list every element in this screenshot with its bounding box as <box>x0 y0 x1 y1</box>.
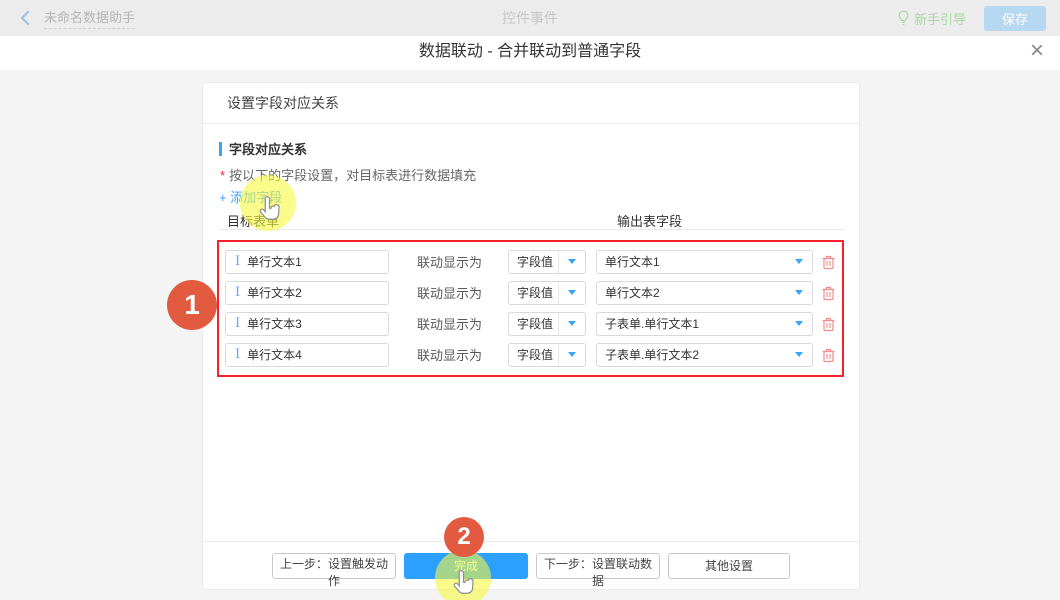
link-display-label: 联动显示为 <box>417 252 483 271</box>
beginner-guide-link[interactable]: 新手引导 <box>897 9 966 28</box>
prev-step-button[interactable]: 上一步：设置触发动作 <box>272 553 396 579</box>
target-field-input[interactable]: I 单行文本1 <box>225 250 389 274</box>
bulb-icon <box>897 10 910 26</box>
modal-title: 数据联动 - 合并联动到普通字段 <box>0 36 1060 70</box>
output-field-select[interactable]: 子表单.单行文本1 <box>596 312 813 336</box>
output-field-value: 子表单.单行文本2 <box>597 346 786 363</box>
step-badge-1: 1 <box>167 280 217 330</box>
output-field-select[interactable]: 单行文本2 <box>596 281 813 305</box>
display-type-value: 字段值 <box>509 284 558 301</box>
required-asterisk: * <box>220 168 225 183</box>
select-divider <box>558 344 559 366</box>
select-divider <box>558 251 559 273</box>
chevron-down-icon <box>568 259 576 264</box>
field-mapping-row: I 单行文本1 联动显示为 字段值 单行文本1 <box>219 246 842 277</box>
panel-title: 设置字段对应关系 <box>203 83 859 124</box>
topbar: 未命名数据助手 控件事件 新手引导 保存 <box>0 0 1060 37</box>
other-settings-button[interactable]: 其他设置 <box>668 553 790 579</box>
display-type-select[interactable]: 字段值 <box>508 312 586 336</box>
select-divider <box>558 282 559 304</box>
output-field-value: 单行文本1 <box>597 253 786 270</box>
screen: 未命名数据助手 控件事件 新手引导 保存 数据联动 - 合并联动到普通字段 × … <box>0 0 1060 600</box>
target-field-input[interactable]: I 单行文本2 <box>225 281 389 305</box>
column-header-output: 输出表字段 <box>617 211 682 230</box>
field-mapping-panel: 设置字段对应关系 字段对应关系 *按以下的字段设置，对目标表进行数据填充 + 添… <box>202 82 860 590</box>
chevron-down-icon <box>795 321 803 326</box>
target-field-value: 单行文本2 <box>247 284 302 301</box>
output-field-value: 单行文本2 <box>597 284 786 301</box>
field-mapping-container: I 单行文本1 联动显示为 字段值 单行文本1 <box>217 240 844 377</box>
output-field-select[interactable]: 子表单.单行文本2 <box>596 343 813 367</box>
display-type-select[interactable]: 字段值 <box>508 281 586 305</box>
modal-header: 数据联动 - 合并联动到普通字段 × <box>0 36 1060 71</box>
text-field-icon: I <box>235 347 240 362</box>
chevron-down-icon <box>568 352 576 357</box>
target-field-value: 单行文本3 <box>247 315 302 332</box>
display-type-select[interactable]: 字段值 <box>508 343 586 367</box>
field-mapping-row: I 单行文本2 联动显示为 字段值 单行文本2 <box>219 277 842 308</box>
delete-row-icon[interactable] <box>821 347 836 363</box>
close-icon[interactable]: × <box>1030 36 1044 70</box>
delete-row-icon[interactable] <box>821 285 836 301</box>
delete-row-icon[interactable] <box>821 254 836 270</box>
section-marker <box>219 142 222 156</box>
chevron-down-icon <box>795 352 803 357</box>
section-title-row: 字段对应关系 <box>219 139 307 158</box>
chevron-down-icon <box>568 321 576 326</box>
beginner-guide-label: 新手引导 <box>914 9 966 28</box>
field-mapping-row: I 单行文本4 联动显示为 字段值 子表单.单行文本2 <box>219 339 842 370</box>
display-type-select[interactable]: 字段值 <box>508 250 586 274</box>
text-field-icon: I <box>235 285 240 300</box>
delete-row-icon[interactable] <box>821 316 836 332</box>
output-field-value: 子表单.单行文本1 <box>597 315 786 332</box>
target-field-input[interactable]: I 单行文本4 <box>225 343 389 367</box>
target-field-input[interactable]: I 单行文本3 <box>225 312 389 336</box>
output-field-select[interactable]: 单行文本1 <box>596 250 813 274</box>
target-field-value: 单行文本1 <box>247 253 302 270</box>
chevron-down-icon <box>568 290 576 295</box>
target-field-value: 单行文本4 <box>247 346 302 363</box>
select-divider <box>558 313 559 335</box>
chevron-down-icon <box>795 290 803 295</box>
text-field-icon: I <box>235 316 240 331</box>
step-badge-2: 2 <box>444 517 484 557</box>
modal-body: 设置字段对应关系 字段对应关系 *按以下的字段设置，对目标表进行数据填充 + 添… <box>0 70 1060 600</box>
panel-footer: 上一步：设置触发动作 完成 下一步：设置联动数据 其他设置 <box>203 541 859 589</box>
hand-cursor-icon <box>256 196 282 231</box>
link-display-label: 联动显示为 <box>417 314 483 333</box>
field-mapping-row: I 单行文本3 联动显示为 字段值 子表单.单行文本1 <box>219 308 842 339</box>
save-button[interactable]: 保存 <box>984 6 1046 31</box>
chevron-down-icon <box>795 259 803 264</box>
next-step-button[interactable]: 下一步：设置联动数据 <box>536 553 660 579</box>
text-field-icon: I <box>235 254 240 269</box>
link-display-label: 联动显示为 <box>417 283 483 302</box>
display-type-value: 字段值 <box>509 346 558 363</box>
link-display-label: 联动显示为 <box>417 345 483 364</box>
display-type-value: 字段值 <box>509 253 558 270</box>
column-header-divider <box>219 229 845 230</box>
hand-cursor-icon <box>450 570 476 600</box>
display-type-value: 字段值 <box>509 315 558 332</box>
column-headers: 目标表单 输出表字段 <box>219 211 845 229</box>
section-title: 字段对应关系 <box>229 139 307 158</box>
topbar-right: 新手引导 保存 <box>897 0 1046 36</box>
